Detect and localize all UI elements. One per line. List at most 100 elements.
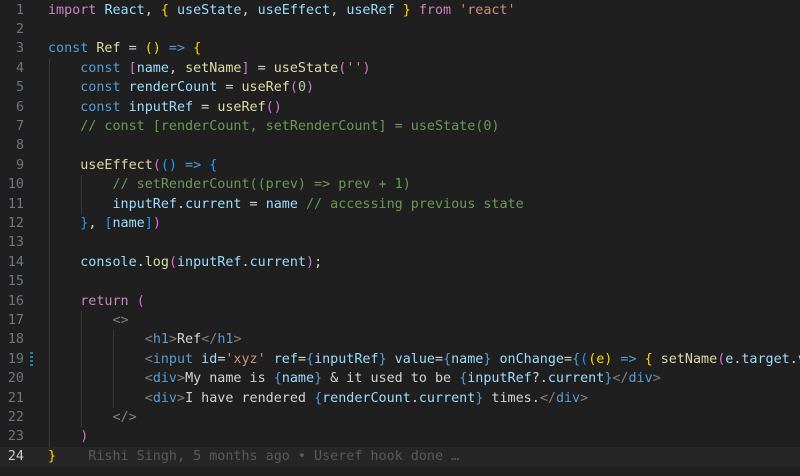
code-token: ,: [168, 60, 186, 76]
line-code: } Rishi Singh, 5 months ago • Useref hoo…: [48, 447, 459, 466]
code-token: (: [136, 293, 145, 309]
code-token: }: [48, 448, 57, 464]
code-line[interactable]: 15: [0, 272, 800, 291]
line-number: 11: [7, 196, 24, 212]
code-token: h1: [152, 332, 169, 348]
code-line[interactable]: 8: [0, 136, 800, 155]
code-token: name: [265, 196, 298, 212]
code-token: {: [644, 351, 661, 367]
code-token: ;: [314, 254, 323, 270]
code-line[interactable]: 6 const inputRef = useRef(): [0, 98, 800, 117]
line-number: 5: [15, 80, 24, 96]
code-token: log: [144, 254, 169, 270]
line-code: import React, { useState, useEffect, use…: [48, 1, 516, 20]
code-editor[interactable]: 1 import React, { useState, useEffect, us…: [0, 0, 800, 476]
line-number: 20: [7, 371, 24, 387]
code-line[interactable]: 20 <div>My name is {name} & it used to b…: [0, 369, 800, 388]
code-token: ): [362, 60, 371, 76]
line-code: </>: [48, 408, 137, 427]
line-code: return (: [48, 292, 145, 311]
code-token: </: [201, 332, 218, 348]
code-token: ]: [144, 215, 153, 231]
code-line[interactable]: 3 const Ref = () => {: [0, 39, 800, 58]
line-number: 6: [15, 99, 24, 115]
code-token: Ref: [96, 41, 121, 57]
code-token: useRef: [217, 99, 266, 115]
code-line[interactable]: 14 console.log(inputRef.current);: [0, 253, 800, 272]
code-token: inputRef: [314, 351, 379, 367]
code-token: const: [80, 60, 129, 76]
code-line[interactable]: 7 // const [renderCount, setRenderCount]…: [0, 117, 800, 136]
code-token: h1: [217, 332, 234, 348]
line-code: console.log(inputRef.current);: [48, 253, 322, 272]
code-token: 'react': [459, 2, 516, 18]
line-number: 16: [7, 293, 24, 309]
code-line[interactable]: 24} Rishi Singh, 5 months ago • Useref h…: [0, 446, 800, 467]
code-token: =: [241, 196, 266, 212]
code-line[interactable]: 17 <>: [0, 311, 800, 330]
code-token: div: [152, 390, 177, 406]
code-token: useEffect: [80, 157, 153, 173]
code-token: onChange: [491, 351, 564, 367]
code-token: .: [136, 254, 145, 270]
code-line[interactable]: 5 const renderCount = useRef(0): [0, 78, 800, 97]
code-line[interactable]: 10 // setRenderCount((prev) => prev + 1): [0, 175, 800, 194]
code-token: =>: [177, 157, 210, 173]
code-token: React: [104, 2, 145, 18]
code-line[interactable]: 2: [0, 20, 800, 39]
code-line[interactable]: 16 return (: [0, 292, 800, 311]
indent-guide: [81, 175, 83, 214]
code-token: >: [177, 390, 186, 406]
code-line[interactable]: 13: [0, 233, 800, 252]
code-token: (: [289, 80, 298, 96]
code-token: inputRef: [112, 196, 178, 212]
code-line[interactable]: 1 import React, { useState, useEffect, us…: [0, 1, 800, 20]
code-token: ]: [241, 60, 250, 76]
code-token: // const [renderCount, setRenderCount] =…: [80, 118, 500, 134]
code-token: renderCount: [322, 390, 411, 406]
line-number: 23: [7, 429, 24, 445]
code-token: =: [217, 80, 242, 96]
line-number: 21: [7, 390, 24, 406]
code-token: name: [112, 215, 145, 231]
code-line[interactable]: 19 <input id='xyz' ref={inputRef} value=…: [0, 350, 800, 369]
code-token: =: [193, 99, 218, 115]
code-line[interactable]: 12 }, [name]): [0, 214, 800, 233]
line-number: 8: [15, 138, 24, 154]
code-line[interactable]: 21 <div>I have rendered {renderCount.cur…: [0, 389, 800, 408]
code-token: ?.: [531, 371, 548, 387]
code-token: input: [152, 351, 194, 367]
code-token: {: [306, 351, 315, 367]
code-token: console: [80, 254, 137, 270]
line-number: 19: [7, 351, 24, 367]
code-token: <: [144, 371, 153, 387]
code-token: =: [435, 351, 444, 367]
code-token: >: [177, 371, 186, 387]
code-line[interactable]: 22 </>: [0, 408, 800, 427]
code-line[interactable]: 23 ): [0, 427, 800, 446]
code-line[interactable]: 11 inputRef.current = name // accessing …: [0, 195, 800, 214]
code-token: useRef: [241, 80, 290, 96]
indent-guide: [49, 58, 50, 447]
code-line[interactable]: 18 <h1>Ref</h1>: [0, 330, 800, 349]
code-token: value: [386, 351, 435, 367]
code-token: times.: [483, 390, 540, 406]
line-code: // setRenderCount((prev) => prev + 1): [48, 175, 411, 194]
code-token: from: [410, 2, 460, 18]
code-token: <: [144, 351, 153, 367]
code-token: }: [378, 351, 387, 367]
code-line[interactable]: 9 useEffect(() => {: [0, 156, 800, 175]
code-token: useRef: [346, 2, 395, 18]
code-token: setName: [660, 351, 718, 367]
line-number: 10: [7, 177, 24, 193]
code-token: >: [168, 332, 177, 348]
code-token: useState: [177, 2, 242, 18]
code-line[interactable]: 4 const [name, setName] = useState(''): [0, 59, 800, 78]
line-code: ): [48, 427, 88, 446]
code-token: }: [394, 2, 411, 18]
code-token: {: [209, 157, 218, 173]
code-token: const: [80, 80, 129, 96]
line-number: 15: [7, 274, 24, 290]
